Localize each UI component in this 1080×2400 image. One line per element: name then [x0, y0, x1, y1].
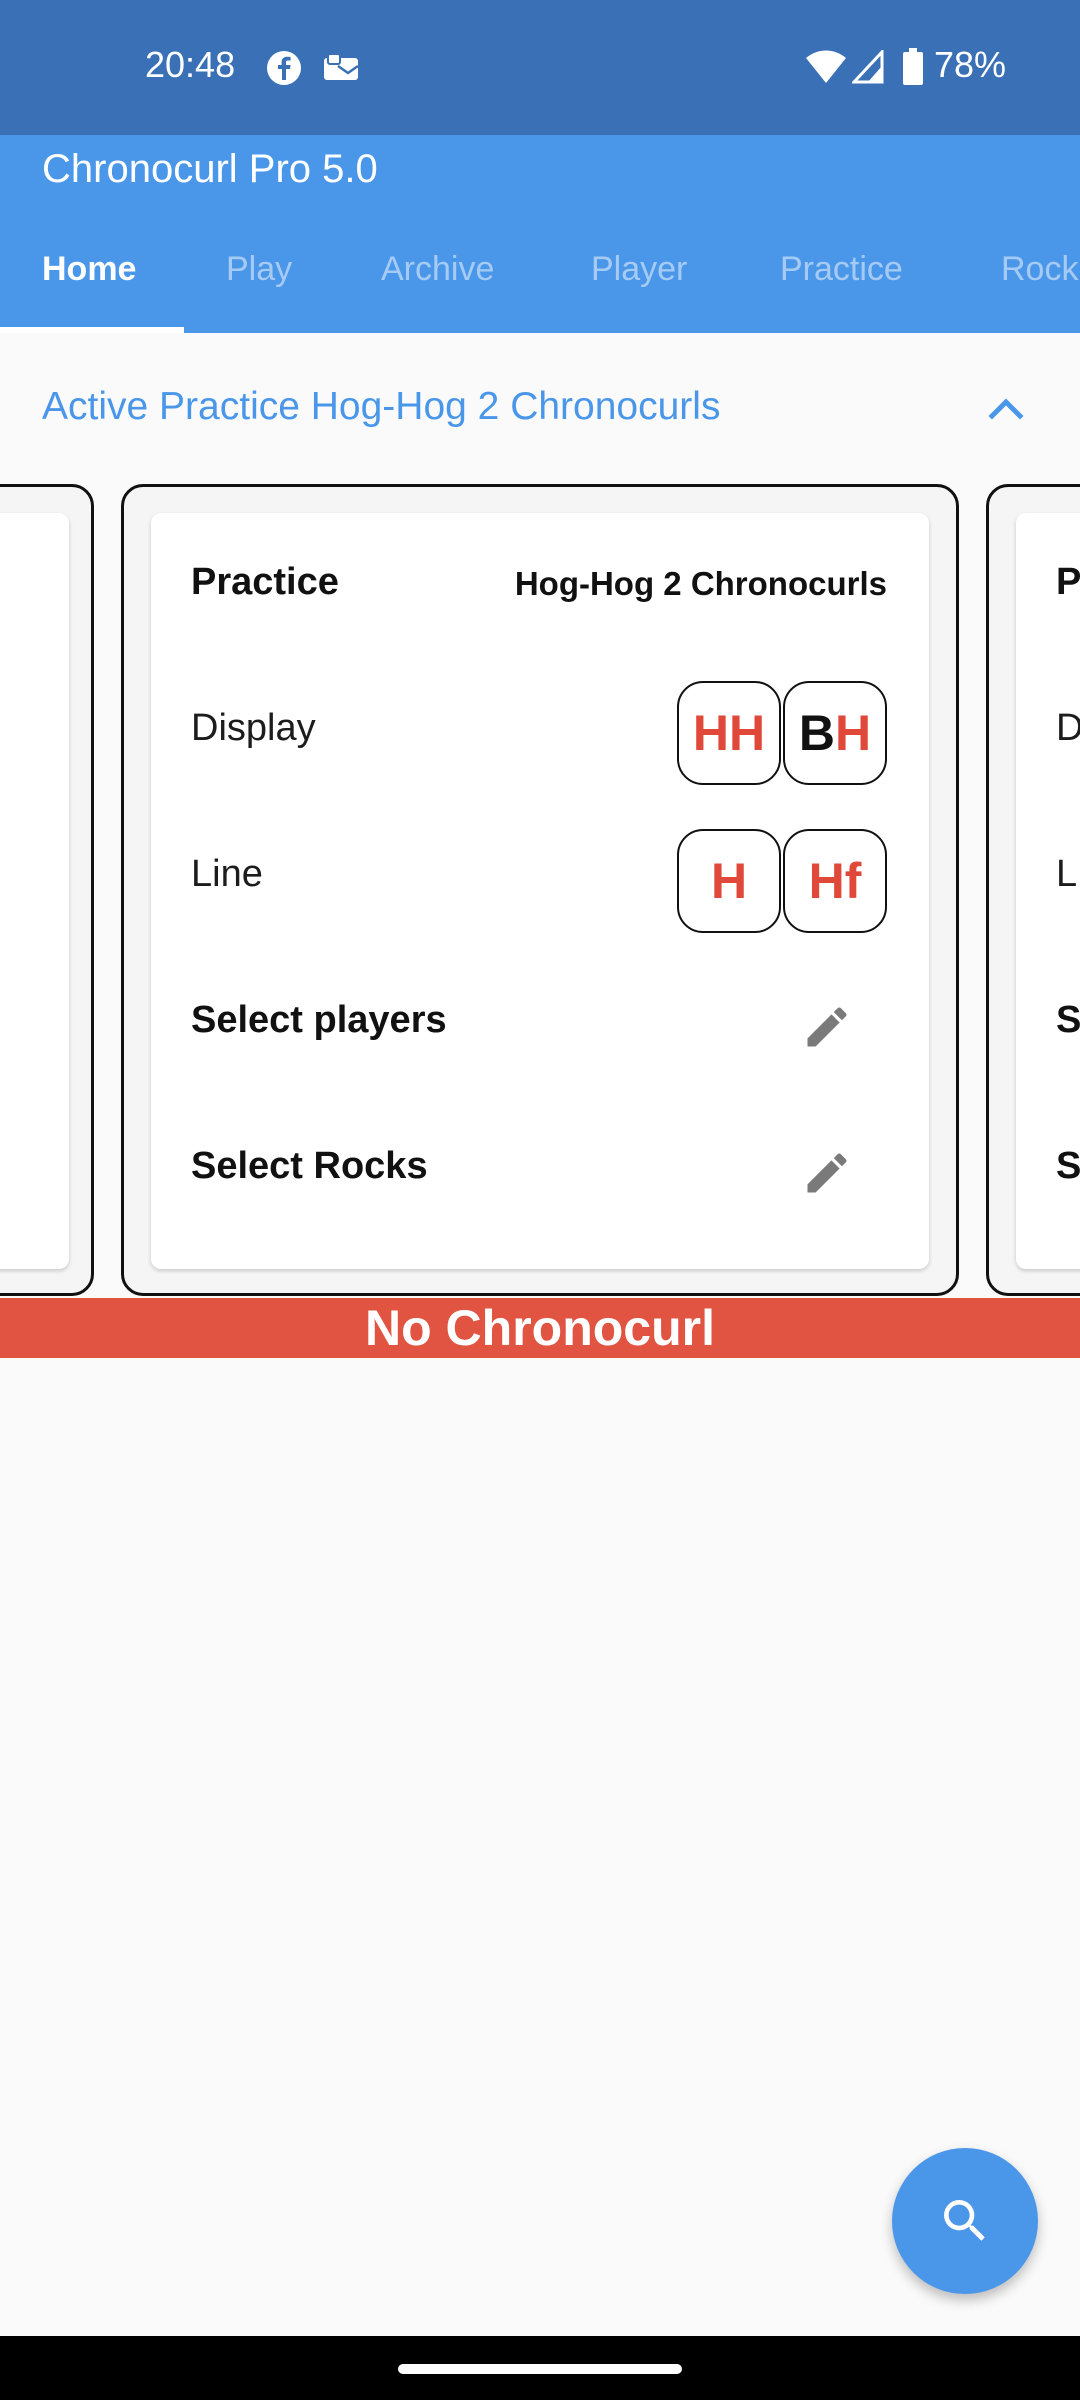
display-chip-bh-text: H — [835, 705, 872, 761]
display-chip-bh[interactable]: BH — [783, 681, 887, 785]
next-practice-card[interactable]: P D L S S — [986, 484, 1080, 1296]
previous-practice-card[interactable]: e H — [0, 484, 94, 1296]
app-bar: Chronocurl Pro 5.0 Home Play Archive Pla… — [0, 135, 1080, 333]
next-select-rocks-label: S — [1056, 1145, 1080, 1187]
home-gesture-handle[interactable] — [398, 2364, 682, 2374]
cell-signal-icon — [852, 50, 884, 84]
chevron-up-icon[interactable] — [986, 392, 1026, 424]
next-practice-label: P — [1056, 561, 1080, 603]
message-icon — [324, 53, 359, 80]
tab-archive[interactable]: Archive — [381, 231, 494, 333]
practice-card: Practice Hog-Hog 2 Chronocurls Display H… — [121, 484, 959, 1296]
tab-play[interactable]: Play — [226, 231, 292, 333]
edit-players-pencil-icon[interactable] — [801, 1001, 853, 1053]
tab-bar: Home Play Archive Player Practice Rock — [0, 231, 1080, 333]
tab-rock[interactable]: Rock — [1001, 231, 1078, 333]
next-practice-card-body: P D L S S — [1016, 513, 1080, 1269]
display-chip-bh-prefix: B — [798, 705, 835, 761]
tab-player[interactable]: Player — [591, 231, 687, 333]
display-chip-hh[interactable]: HH — [677, 681, 781, 785]
battery-percent: 78% — [934, 44, 1007, 85]
line-chip-h[interactable]: H — [677, 829, 781, 933]
status-bar: 20:48 78% — [0, 0, 1080, 135]
tab-home[interactable]: Home — [42, 231, 136, 333]
tab-practice[interactable]: Practice — [780, 231, 903, 333]
display-label: Display — [191, 707, 316, 749]
app-title: Chronocurl Pro 5.0 — [42, 147, 378, 191]
next-display-label: D — [1056, 707, 1080, 750]
tab-indicator — [0, 327, 184, 333]
status-time: 20:48 — [145, 44, 236, 85]
search-icon — [944, 2200, 985, 2241]
display-chip-hh-text: HH — [692, 705, 766, 761]
previous-practice-card-body: e H — [0, 513, 69, 1269]
practice-card-body: Practice Hog-Hog 2 Chronocurls Display H… — [151, 513, 929, 1269]
practice-label: Practice — [191, 561, 339, 603]
wifi-icon — [806, 50, 846, 83]
system-navigation-bar — [0, 2336, 1080, 2400]
active-practice-title: Active Practice Hog-Hog 2 Chronocurls — [42, 385, 721, 428]
next-line-label: L — [1056, 853, 1078, 895]
search-button[interactable] — [892, 2148, 1038, 2294]
select-rocks-label: Select Rocks — [191, 1145, 428, 1187]
no-chronocurl-banner: No Chronocurl — [0, 1298, 1080, 1358]
edit-rocks-pencil-icon[interactable] — [801, 1147, 853, 1199]
facebook-icon — [267, 51, 301, 85]
active-practice-header[interactable]: Active Practice Hog-Hog 2 Chronocurls — [0, 335, 1080, 485]
select-players-label: Select players — [191, 999, 447, 1041]
next-select-players-label: S — [1056, 999, 1080, 1041]
battery-icon — [903, 48, 923, 85]
practice-value: Hog-Hog 2 Chronocurls — [514, 565, 887, 602]
line-label: Line — [191, 853, 263, 895]
line-chip-hf[interactable]: Hf — [783, 829, 887, 933]
